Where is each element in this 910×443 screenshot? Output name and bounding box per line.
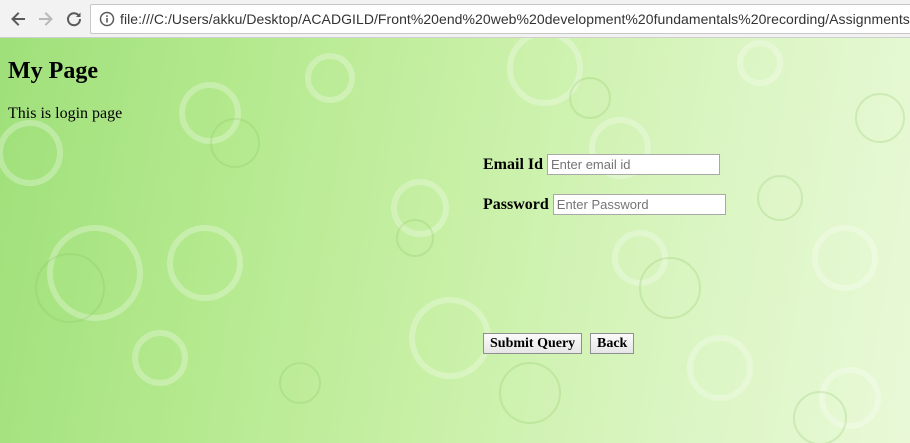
email-field[interactable] [547, 154, 721, 175]
back-arrow-icon[interactable] [6, 7, 30, 31]
submit-query-button[interactable]: Submit Query [483, 333, 583, 354]
browser-toolbar: file:///C:/Users/akku/Desktop/ACADGILD/F… [0, 0, 910, 38]
password-row: Password [483, 194, 726, 215]
info-icon[interactable] [99, 11, 115, 27]
email-label: Email Id [483, 155, 544, 173]
address-bar[interactable]: file:///C:/Users/akku/Desktop/ACADGILD/F… [90, 4, 910, 34]
page-content: My Page This is login page Email Id Pass… [0, 38, 910, 443]
browser-window: file:///C:/Users/akku/Desktop/ACADGILD/F… [0, 0, 910, 443]
page-title: My Page [8, 58, 98, 84]
reload-icon[interactable] [62, 7, 86, 31]
forward-arrow-icon[interactable] [34, 7, 58, 31]
email-row: Email Id [483, 154, 721, 175]
bubble-background-pattern [0, 38, 905, 443]
password-field[interactable] [552, 194, 726, 215]
back-button[interactable]: Back [590, 333, 635, 354]
intro-text: This is login page [8, 105, 123, 122]
password-label: Password [483, 195, 549, 213]
url-text[interactable]: file:///C:/Users/akku/Desktop/ACADGILD/F… [120, 11, 910, 27]
